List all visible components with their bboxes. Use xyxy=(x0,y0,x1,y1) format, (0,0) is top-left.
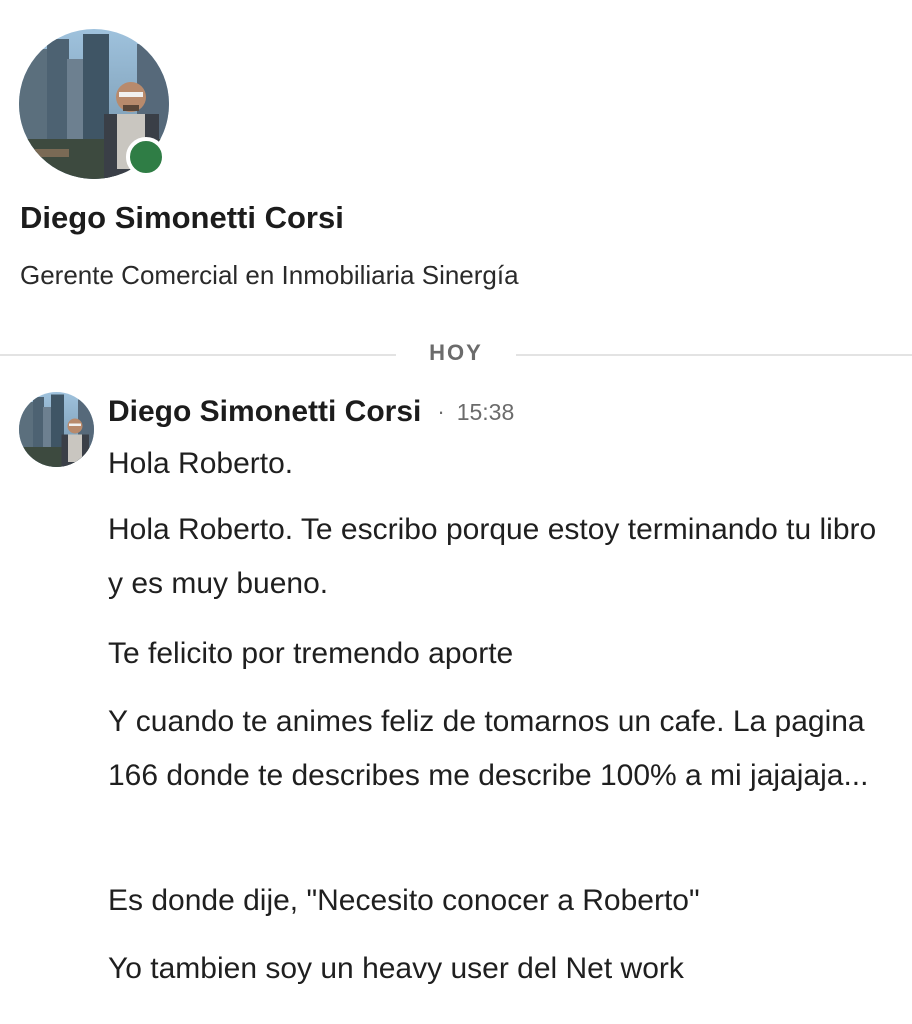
message-header: Diego Simonetti Corsi · 15:38 xyxy=(108,395,514,429)
profile-header: Diego Simonetti Corsi Gerente Comercial … xyxy=(0,0,912,330)
message-text: Y cuando te animes feliz de tomarnos un … xyxy=(108,705,869,792)
separator-dot: · xyxy=(437,399,445,424)
sender-name[interactable]: Diego Simonetti Corsi xyxy=(108,395,421,429)
sender-avatar[interactable] xyxy=(19,392,94,467)
divider-line-right xyxy=(516,354,912,356)
message-text: Yo tambien soy un heavy user del Net wor… xyxy=(108,952,684,985)
message-timestamp: 15:38 xyxy=(456,398,515,425)
message-text: Es donde dije, "Necesito conocer a Rober… xyxy=(108,884,700,917)
divider-line-left xyxy=(0,354,396,356)
profile-name[interactable]: Diego Simonetti Corsi xyxy=(20,200,344,236)
message-text: Hola Roberto. Te escribo porque estoy te… xyxy=(108,513,877,600)
online-status-indicator xyxy=(126,137,166,177)
day-divider: HOY xyxy=(0,336,912,372)
sender-avatar-photo xyxy=(19,392,94,467)
profile-headline: Gerente Comercial en Inmobiliaria Sinerg… xyxy=(20,260,519,290)
message-text: Te felicito por tremendo aporte xyxy=(108,637,514,670)
message-text: Hola Roberto. xyxy=(108,447,294,480)
day-label: HOY xyxy=(429,340,483,365)
